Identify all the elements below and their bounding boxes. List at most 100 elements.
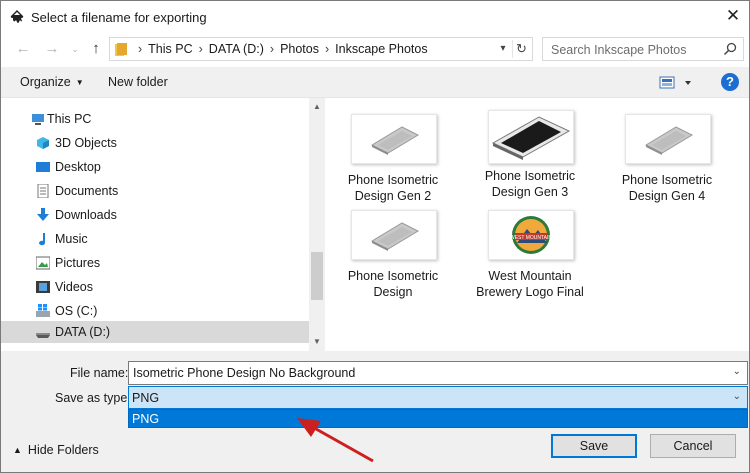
change-view-icon[interactable]: [659, 76, 695, 90]
sidebar-item-documents[interactable]: Documents: [1, 180, 309, 202]
new-folder-button[interactable]: New folder: [108, 75, 168, 89]
file-name-dropdown-chevron-icon[interactable]: ⌄: [733, 366, 741, 377]
search-placeholder: Search Inkscape Photos: [551, 43, 687, 57]
save-button[interactable]: Save: [551, 434, 637, 458]
windows-drive-icon: [36, 304, 50, 317]
annotation-arrow-icon: [297, 418, 374, 463]
sidebar-item-3d-objects[interactable]: 3D Objects: [1, 132, 309, 154]
scrollbar-thumb[interactable]: [311, 252, 323, 300]
computer-icon: [32, 114, 44, 125]
address-dropdown-chevron-icon[interactable]: ▾: [496, 41, 510, 57]
sidebar-scrollbar[interactable]: ▲ ▼: [309, 98, 325, 351]
sidebar-item-label: DATA (D:): [55, 325, 111, 339]
sidebar-item-label: 3D Objects: [55, 136, 117, 150]
cube-icon: [37, 137, 49, 149]
save-as-type-value: PNG: [132, 391, 160, 405]
breadcrumb-photos[interactable]: Photos: [280, 42, 319, 56]
file-thumbnail: [351, 210, 437, 260]
breadcrumb-inkscape-photos[interactable]: Inkscape Photos: [335, 42, 427, 56]
save-as-type-chevron-icon[interactable]: ⌄: [733, 391, 741, 402]
refresh-icon[interactable]: ↻: [512, 40, 530, 58]
scroll-down-icon[interactable]: ▼: [309, 335, 325, 349]
organize-caret-icon: ▼: [75, 78, 84, 87]
documents-icon: [37, 184, 49, 198]
download-icon: [37, 208, 49, 221]
phone-image-icon: [644, 126, 694, 155]
file-thumbnail: WEST MOUNTAIN: [488, 210, 574, 260]
dialog-title: Select a filename for exporting: [31, 10, 207, 25]
sidebar-item-label: Documents: [55, 184, 119, 198]
sidebar-item-downloads[interactable]: Downloads: [1, 204, 309, 226]
file-name-value: Isometric Phone Design No Background: [133, 366, 356, 380]
file-name: West Mountain Brewery Logo Final: [476, 269, 584, 299]
cancel-button[interactable]: Cancel: [650, 434, 736, 458]
sidebar-item-desktop[interactable]: Desktop: [1, 156, 309, 178]
sidebar-item-pictures[interactable]: Pictures: [1, 252, 309, 274]
close-icon[interactable]: ✕: [721, 5, 745, 29]
help-icon[interactable]: ?: [721, 73, 739, 91]
phone-image-icon: [370, 126, 420, 155]
organize-label: Organize: [20, 75, 71, 89]
file-name: Phone Isometric Design Gen 2: [347, 173, 439, 203]
hide-folders-label: Hide Folders: [27, 443, 99, 457]
file-name-input[interactable]: Isometric Phone Design No Background ⌄: [128, 361, 748, 385]
sidebar-item-label: Music: [55, 232, 88, 246]
file-name: Phone Isometric Design: [347, 269, 439, 299]
brewery-logo-icon: WEST MOUNTAIN: [510, 216, 552, 254]
pictures-icon: [36, 256, 50, 270]
command-toolbar: Organize ▼ New folder ?: [1, 67, 749, 98]
title-bar: Select a filename for exporting ✕: [1, 1, 749, 33]
sidebar-item-data-d[interactable]: DATA (D:): [1, 321, 309, 343]
sidebar-item-os-c[interactable]: OS (C:): [1, 300, 309, 322]
sidebar-item-label: Pictures: [55, 256, 101, 270]
file-name: Phone Isometric Design Gen 4: [621, 173, 713, 203]
folder-icon: [115, 43, 127, 56]
save-as-type-option-png[interactable]: PNG: [132, 412, 159, 426]
save-as-type-dropdown-list: PNG: [128, 409, 748, 428]
breadcrumb: › This PC › DATA (D:) › Photos › Inkscape Photo…: [132, 42, 428, 56]
up-arrow-icon[interactable]: ↑: [86, 39, 106, 59]
drive-icon: [36, 333, 50, 338]
recent-locations-chevron-icon[interactable]: ⌄: [65, 39, 85, 59]
search-icon: [723, 42, 737, 56]
export-dialog: Select a filename for exporting ✕ ← → ⌄ …: [0, 0, 750, 473]
address-bar[interactable]: › This PC › DATA (D:) › Photos › Inkscape Photo…: [109, 37, 533, 61]
videos-icon: [36, 281, 50, 293]
search-input[interactable]: Search Inkscape Photos: [542, 37, 744, 61]
sidebar-item-label: Downloads: [55, 208, 117, 222]
navigation-pane: This PC 3D Objects Desktop Documents Dow…: [1, 98, 325, 351]
sidebar-item-label: This PC: [47, 112, 92, 126]
sidebar-item-label: Desktop: [55, 160, 101, 174]
sidebar-item-music[interactable]: Music: [1, 228, 309, 250]
phone-image-icon: [491, 116, 571, 160]
file-thumbnail: [488, 110, 574, 164]
sidebar-item-label: Videos: [55, 280, 93, 294]
breadcrumb-separator-icon: ›: [269, 42, 275, 56]
sidebar-item-this-pc[interactable]: This PC: [1, 108, 309, 130]
breadcrumb-this-pc[interactable]: This PC: [148, 42, 192, 56]
organize-button[interactable]: Organize ▼: [20, 75, 84, 89]
save-as-type-label: Save as type:: [55, 391, 131, 405]
inkscape-icon: [10, 10, 24, 23]
file-list: Phone Isometric Design Gen 2 Phone Isome…: [327, 98, 749, 351]
chevron-up-icon: ▲: [13, 445, 22, 455]
file-thumbnail: [625, 114, 711, 164]
file-thumbnail: [351, 114, 437, 164]
desktop-icon: [36, 162, 50, 172]
logo-text: WEST MOUNTAIN: [510, 235, 552, 241]
hide-folders-button[interactable]: ▲ Hide Folders: [13, 443, 99, 457]
sidebar-item-label: OS (C:): [55, 304, 98, 318]
breadcrumb-separator-icon: ›: [138, 42, 143, 56]
file-name-label: File name:: [70, 366, 129, 380]
breadcrumb-separator-icon: ›: [198, 42, 203, 56]
breadcrumb-separator-icon: ›: [324, 42, 330, 56]
scroll-up-icon[interactable]: ▲: [309, 100, 325, 114]
breadcrumb-data-drive[interactable]: DATA (D:): [209, 42, 264, 56]
music-icon: [39, 233, 45, 246]
phone-image-icon: [370, 222, 420, 251]
file-name: Phone Isometric Design Gen 3: [484, 169, 576, 199]
back-arrow-icon[interactable]: ←: [13, 39, 33, 59]
forward-arrow-icon[interactable]: →: [42, 39, 62, 59]
save-as-type-select[interactable]: PNG ⌄: [128, 386, 748, 409]
sidebar-item-videos[interactable]: Videos: [1, 276, 309, 298]
